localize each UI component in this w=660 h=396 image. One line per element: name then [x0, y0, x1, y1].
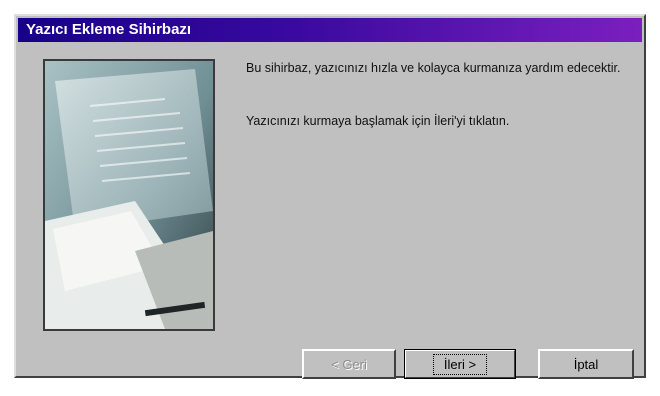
wizard-illustration [43, 59, 215, 331]
wizard-instruction-text: Yazıcınızı kurmaya başlamak için İleri'y… [246, 114, 510, 128]
next-button-label: İleri > [432, 353, 488, 375]
add-printer-wizard-dialog: Yazıcı Ekleme Sihirbazı Bu sihirbaz, yaz… [14, 14, 646, 379]
next-button[interactable]: İleri > [404, 349, 516, 379]
cancel-button[interactable]: İptal [538, 349, 634, 379]
wizard-intro-text: Bu sihirbaz, yazıcınızı hızla ve kolayca… [246, 61, 621, 75]
window-title: Yazıcı Ekleme Sihirbazı [18, 18, 642, 42]
back-button[interactable]: < Geri [302, 349, 396, 379]
